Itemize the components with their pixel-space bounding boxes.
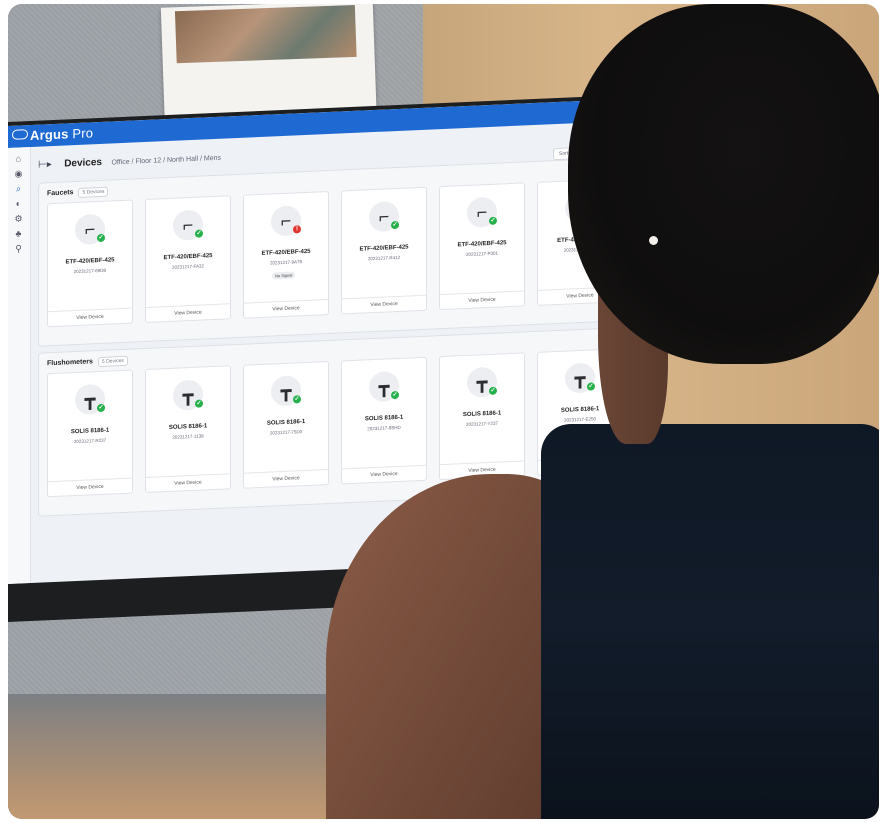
device-image: ⌐✓ xyxy=(75,213,105,246)
device-serial: 20231217-FA32 xyxy=(171,263,205,270)
view-device-button[interactable]: View Device xyxy=(146,473,230,492)
device-count-badge: 5 Devices xyxy=(78,186,109,198)
faucets-section: Faucets 5 Devices ⌐ ✓ ETF-420/EBF-425 202312… xyxy=(38,157,623,347)
device-image: ⌐✓ xyxy=(369,200,399,233)
device-model: SOLIS 8186-1 xyxy=(266,419,306,427)
settings-icon[interactable]: ⚙ xyxy=(13,213,24,224)
device-model: ETF-420/EBF-425 xyxy=(261,248,311,257)
breadcrumb[interactable]: Office / Floor 12 / North Hall / Mens xyxy=(111,155,221,167)
section-title: Faucets 5 Devices xyxy=(47,186,109,200)
device-serial: 20231217-R412 xyxy=(367,254,401,262)
device-image: ⌐✓ xyxy=(173,209,203,241)
devices-icon[interactable]: ⌕ xyxy=(13,183,24,194)
home-icon[interactable]: ⌂ xyxy=(13,153,24,164)
device-card[interactable]: ┳ ✓ SOLIS 8186-1 20231217-Y237 View Device xyxy=(439,352,525,481)
view-device-button[interactable]: View Device xyxy=(342,464,426,484)
device-card[interactable]: ┳ ✓ SOLIS 8186-1 20231217-R237 View Device xyxy=(47,369,133,498)
brand-name: Argus xyxy=(30,126,69,144)
device-image: ⌐✓ xyxy=(467,196,497,228)
device-image: ┳ ✓ xyxy=(565,362,595,394)
location-pin-icon[interactable]: ◉ xyxy=(13,168,24,179)
pearl-earring xyxy=(649,236,658,245)
view-device-button[interactable]: View Device xyxy=(48,477,132,497)
device-serial: 20231217-69DB xyxy=(73,267,107,275)
search-icon[interactable]: ⚲ xyxy=(13,243,24,254)
collapse-sidebar-icon[interactable]: ⊢▸ xyxy=(38,159,52,171)
device-image: ┳ ✓ xyxy=(173,379,203,411)
device-card[interactable]: ⌐ ✓ ETF-420/EBF-425 20231217-FA32 View Devic… xyxy=(145,195,231,324)
page-title: Devices xyxy=(64,156,102,170)
office-photo: Argus Pro ⌂ ◉ ⌕ ◐ ⚙ ♣ ⚲ ⊢▸ Devices Offic… xyxy=(8,4,879,819)
no-signal-badge: No Signal xyxy=(272,271,296,280)
device-image: ┳ ✓ xyxy=(467,366,497,398)
floor-plan-drawing xyxy=(174,4,357,64)
device-serial: 20231217-R237 xyxy=(73,437,107,445)
view-device-button[interactable]: View Device xyxy=(342,294,426,314)
flushometers-title: Flushometers xyxy=(47,358,93,368)
device-model: ETF-420/EBF-425 xyxy=(65,257,115,266)
device-card[interactable]: ⌐! ETF-420/EBF-425 20231217-9A78 No Signal V… xyxy=(243,190,329,319)
device-serial: 20231217-9A78 xyxy=(269,259,303,266)
section-title: Flushometers 5 Devices xyxy=(47,355,128,370)
device-image: ┳ ✓ xyxy=(271,375,301,407)
page-header: ⊢▸ Devices Office / Floor 12 / North Hal… xyxy=(38,147,221,171)
device-model: ETF-420/EBF-425 xyxy=(163,253,213,262)
view-device-button[interactable]: View Device xyxy=(244,469,328,488)
users-icon[interactable]: ♣ xyxy=(13,228,24,239)
device-card[interactable]: ⌐ ✓ ETF-420/EBF-425 20231217-P301 View Devic… xyxy=(439,182,525,311)
faucets-title: Faucets xyxy=(47,189,74,198)
device-card[interactable]: ┳ ✓ SOLIS 8186-1 20231217-1138 View Device xyxy=(145,365,231,494)
brand-logo[interactable]: Argus Pro xyxy=(12,125,93,144)
device-count-badge: 5 Devices xyxy=(97,355,128,368)
device-model: SOLIS 8186-1 xyxy=(364,414,404,423)
sidebar: ⌂ ◉ ⌕ ◐ ⚙ ♣ ⚲ xyxy=(8,146,31,585)
device-model: SOLIS 8186-1 xyxy=(168,423,208,431)
device-serial: 20231217-8SHD xyxy=(367,424,401,432)
device-serial: 20231217-Y237 xyxy=(465,420,499,428)
device-model: SOLIS 8186-1 xyxy=(462,410,502,419)
argus-logo-icon xyxy=(12,129,28,140)
device-serial: 20231217-75D0 xyxy=(269,429,303,436)
device-image: ┳ ✓ xyxy=(369,370,399,403)
person-top xyxy=(541,424,879,819)
device-image: ┳ ✓ xyxy=(75,383,105,416)
analytics-icon[interactable]: ◐ xyxy=(13,198,24,209)
view-device-button[interactable]: View Device xyxy=(48,307,132,327)
device-model: ETF-420/EBF-425 xyxy=(457,240,507,249)
device-card[interactable]: ⌐ ✓ ETF-420/EBF-425 20231217-R412 View Devic… xyxy=(341,186,427,315)
device-image: ⌐! xyxy=(271,205,301,237)
device-model: SOLIS 8186-1 xyxy=(70,427,110,436)
device-serial: 20231217-1138 xyxy=(172,433,204,440)
view-device-button[interactable]: View Device xyxy=(244,299,328,318)
device-model: ETF-420/EBF-425 xyxy=(359,244,409,253)
view-device-button[interactable]: View Device xyxy=(146,303,230,322)
device-serial: 20231217-P301 xyxy=(465,250,499,258)
brand-suffix: Pro xyxy=(72,125,94,142)
device-card[interactable]: ⌐ ✓ ETF-420/EBF-425 20231217-69DB View Devic… xyxy=(47,199,133,328)
person-hair xyxy=(568,4,879,364)
view-device-button[interactable]: View Device xyxy=(440,290,524,310)
device-card[interactable]: ┳ ✓ SOLIS 8186-1 20231217-8SHD View Device xyxy=(341,356,427,485)
device-card[interactable]: ┳ ✓ SOLIS 8186-1 20231217-75D0 View Device xyxy=(243,360,329,489)
